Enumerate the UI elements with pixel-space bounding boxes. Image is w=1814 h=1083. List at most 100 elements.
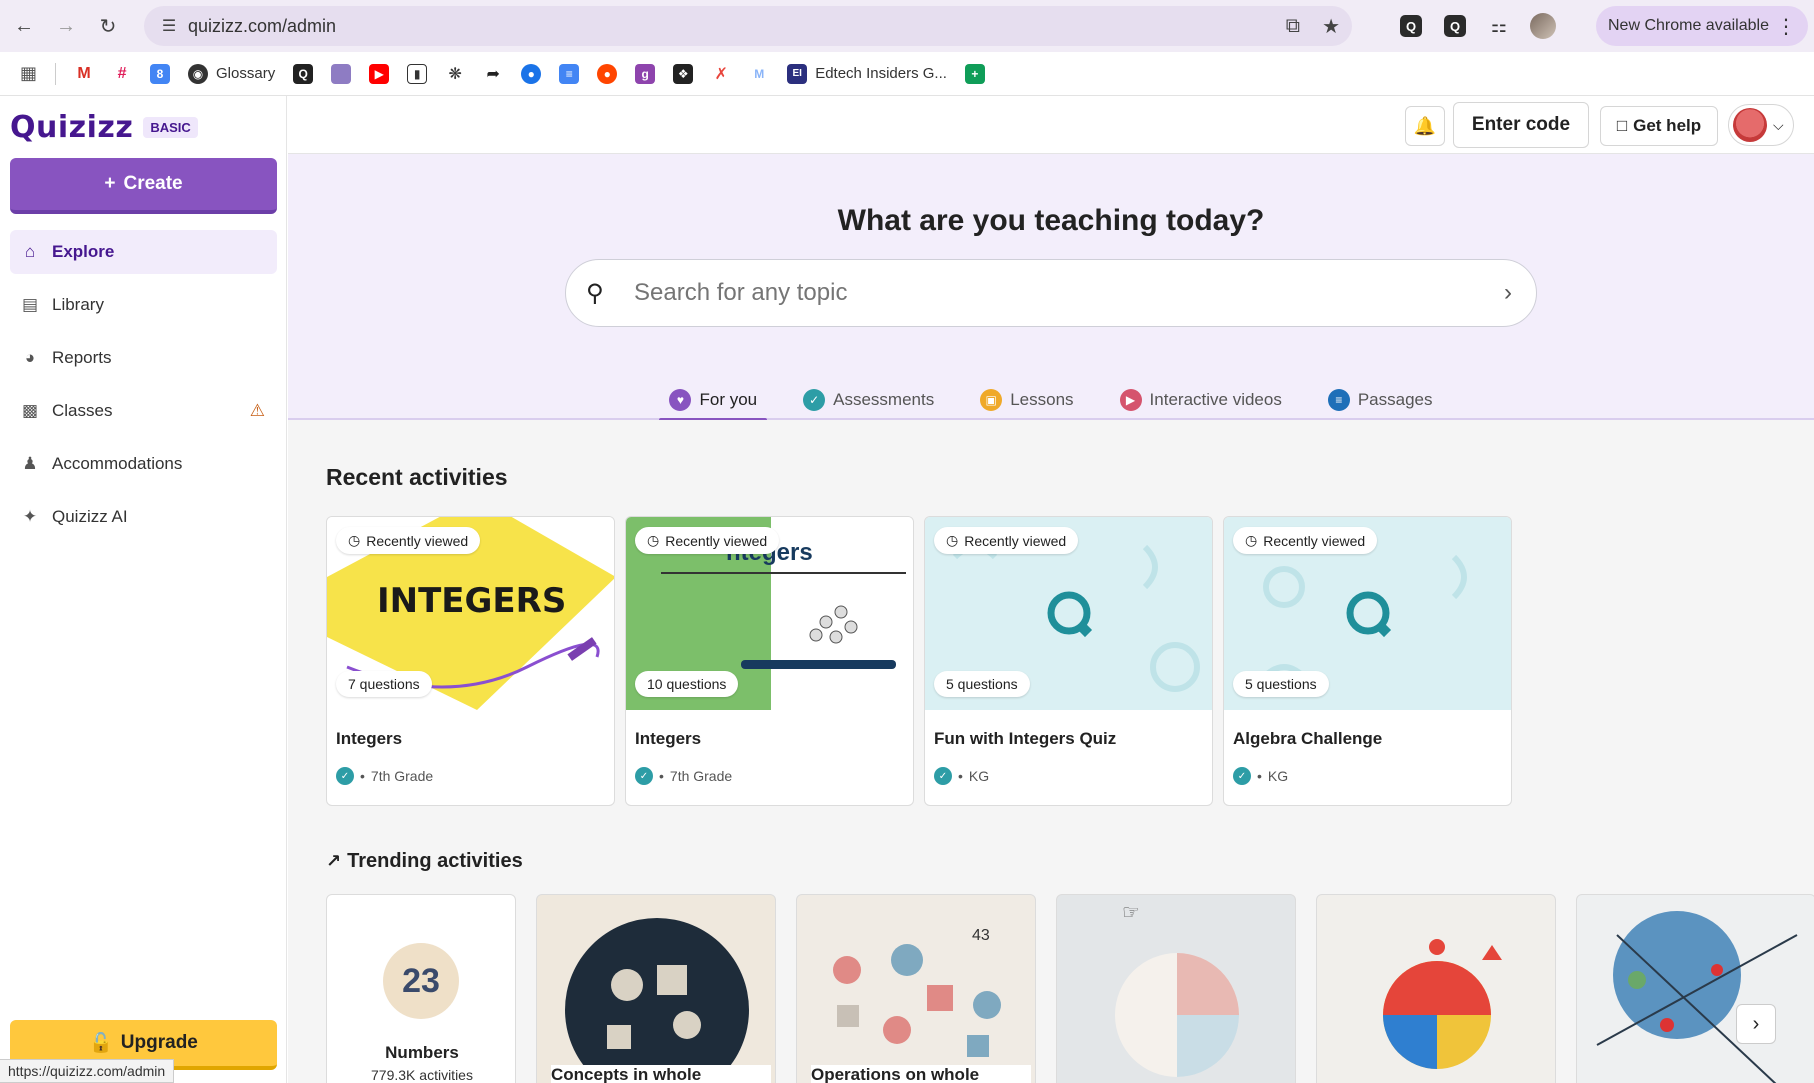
question-count-badge: 5 questions — [1233, 671, 1329, 697]
address-bar[interactable]: ☰ quizizz.com/admin ⧉ ★ — [144, 6, 1352, 46]
bookmark-icon-purple-g[interactable]: g — [635, 61, 656, 87]
calendar-icon[interactable]: 8 — [150, 61, 171, 87]
bookmarks-separator — [55, 62, 57, 85]
apps-icon[interactable]: ▦ — [20, 61, 37, 87]
bookmark-icon-black[interactable]: ❖ — [673, 61, 694, 87]
thumbnail-number-text: 43 — [972, 927, 990, 944]
top-bar: 🔔 Enter code □ Get help ⌵ — [288, 96, 1814, 154]
chevron-right-icon[interactable]: › — [1504, 279, 1512, 307]
quizizz-logo[interactable]: Quizizz BASIC — [10, 110, 198, 145]
carousel-next-button[interactable]: › — [1736, 1004, 1776, 1044]
clock-icon: ◷ — [647, 532, 660, 548]
create-label: Create — [123, 173, 183, 194]
bookmark-edtech-insiders[interactable]: EI Edtech Insiders G... — [787, 61, 947, 87]
bullet: • — [659, 768, 664, 784]
bookmark-star-icon[interactable]: ★ — [1322, 14, 1340, 39]
reddit-icon[interactable]: ● — [597, 61, 618, 87]
assessment-icon: ✓ — [1233, 767, 1251, 785]
trending-card[interactable] — [1576, 894, 1814, 1083]
tab-for-you[interactable]: ♥ For you — [659, 380, 767, 422]
heart-icon: ♥ — [669, 389, 692, 411]
card-meta: ✓ • KG — [934, 767, 989, 785]
get-help-button[interactable]: □ Get help — [1600, 106, 1718, 146]
enter-code-button[interactable]: Enter code — [1453, 102, 1589, 148]
edtech-insiders-icon: EI — [787, 63, 808, 84]
youtube-icon[interactable]: ▶ — [369, 61, 390, 87]
tab-label: Assessments — [833, 390, 935, 409]
more-menu-icon[interactable]: ⋮ — [1776, 14, 1796, 39]
activity-card[interactable]: ◷ Recently viewed 5 questions Algebra Cha… — [1223, 516, 1512, 806]
recently-viewed-badge: ◷ Recently viewed — [1233, 527, 1378, 554]
account-menu[interactable]: ⌵ — [1728, 104, 1794, 146]
sidebar-item-accommodations[interactable]: ♟ Accommodations — [10, 442, 277, 486]
bookmark-icon-blue-circle[interactable]: ● — [521, 61, 542, 87]
card-meta: ✓ • KG — [1233, 767, 1288, 785]
tab-passages[interactable]: ≡ Passages — [1318, 380, 1443, 420]
search-bar[interactable]: ⚲ › — [565, 259, 1537, 327]
grade-label: 7th Grade — [370, 768, 434, 784]
sidebar-item-library[interactable]: ▤ Library — [10, 283, 277, 327]
recent-activities-list: INTEGERS ◷ Recently viewed 7 questions In… — [326, 516, 1512, 806]
back-icon[interactable]: ← — [6, 8, 42, 44]
bullet: • — [1257, 768, 1262, 784]
bookmark-icon-shield[interactable]: ▮ — [407, 61, 428, 87]
open-external-icon[interactable]: ⧉ — [1286, 15, 1300, 38]
bookmark-icon-x[interactable]: ✗ — [711, 61, 732, 87]
page-title: What are you teaching today? — [837, 204, 1265, 237]
extensions-puzzle-icon[interactable]: ⚏ — [1484, 11, 1514, 41]
profile-icon[interactable] — [1528, 11, 1558, 41]
slack-icon[interactable]: # — [112, 61, 133, 87]
recently-viewed-badge: ◷ Recently viewed — [635, 527, 780, 554]
bookmark-glossary[interactable]: ◉ Glossary — [188, 61, 275, 87]
bookmark-icon-purple[interactable] — [331, 61, 352, 87]
trending-card[interactable]: 23 Numbers 779.3K activities — [326, 894, 516, 1083]
tab-lessons[interactable]: ▣ Lessons — [970, 380, 1083, 420]
chevron-down-icon: ⌵ — [1773, 116, 1784, 133]
logo-text: Quizizz — [10, 110, 134, 145]
activity-card[interactable]: INTEGERS ◷ Recently viewed 7 questions In… — [326, 516, 615, 806]
activity-card[interactable]: ◷ Recently viewed 5 questions Fun with In… — [924, 516, 1213, 806]
trending-card[interactable] — [1316, 894, 1556, 1083]
bookmark-icon-m[interactable]: M — [749, 61, 770, 87]
new-chrome-button[interactable]: New Chrome available ⋮ — [1596, 6, 1808, 46]
quizizz-bookmark-icon[interactable]: Q — [293, 61, 314, 87]
video-icon: ▶ — [1119, 389, 1142, 411]
search-input[interactable] — [634, 279, 1434, 307]
network-globe-thumbnail-art — [1596, 911, 1798, 1083]
main-content: Recent activities INTEGERS ◷ Recently vie… — [288, 420, 1814, 1083]
sidebar-item-explore[interactable]: ⌂ Explore — [10, 230, 277, 274]
card-meta: ✓ • 7th Grade — [336, 767, 433, 785]
sidebar-item-quizizz-ai[interactable]: ✦ Quizizz AI — [10, 495, 277, 539]
url-text[interactable]: quizizz.com/admin — [188, 16, 336, 37]
sidebar-item-label: Explore — [52, 242, 115, 261]
sidebar-item-classes[interactable]: ▩ Classes ⚠ — [10, 389, 277, 433]
trending-card[interactable]: Concepts in whole — [536, 894, 776, 1083]
docs-icon[interactable]: ≡ — [559, 61, 580, 87]
assessment-icon: ✓ — [336, 767, 354, 785]
trending-card[interactable]: 43 Operations on whole — [796, 894, 1036, 1083]
card-title: Fun with Integers Quiz — [934, 729, 1117, 748]
quizizz-extension-icon-2[interactable]: Q — [1440, 11, 1470, 41]
hero-section: What are you teaching today? ⚲ › ♥ For y… — [288, 154, 1814, 422]
notifications-bell-icon[interactable]: 🔔 — [1405, 106, 1445, 146]
tab-interactive-videos[interactable]: ▶ Interactive videos — [1110, 380, 1292, 420]
activity-card[interactable]: ntegers ◷Recently viewed 10 questions In… — [625, 516, 914, 806]
clock-icon: ◷ — [1245, 532, 1258, 548]
tab-label: Interactive videos — [1149, 390, 1282, 409]
bookmark-icon-arrows[interactable]: ➦ — [483, 61, 504, 87]
forward-icon[interactable]: → — [48, 8, 84, 44]
library-icon: ▤ — [21, 295, 39, 314]
badge-label: Recently viewed — [964, 532, 1067, 549]
operations-thumbnail-art: 43 — [833, 927, 1001, 1057]
openai-icon[interactable]: ❋ — [445, 61, 466, 87]
avatar — [1733, 108, 1767, 142]
sheets-icon[interactable]: + — [964, 61, 985, 87]
trending-card[interactable] — [1056, 894, 1296, 1083]
quizizz-extension-icon[interactable]: Q — [1396, 11, 1426, 41]
gmail-icon[interactable]: M — [74, 61, 95, 87]
reload-icon[interactable]: ↻ — [90, 8, 126, 44]
tab-assessments[interactable]: ✓ Assessments — [793, 380, 944, 420]
sidebar-item-reports[interactable]: ◕ Reports — [10, 336, 277, 380]
site-settings-icon[interactable]: ☰ — [150, 16, 188, 36]
create-button[interactable]: + Create — [10, 158, 277, 214]
